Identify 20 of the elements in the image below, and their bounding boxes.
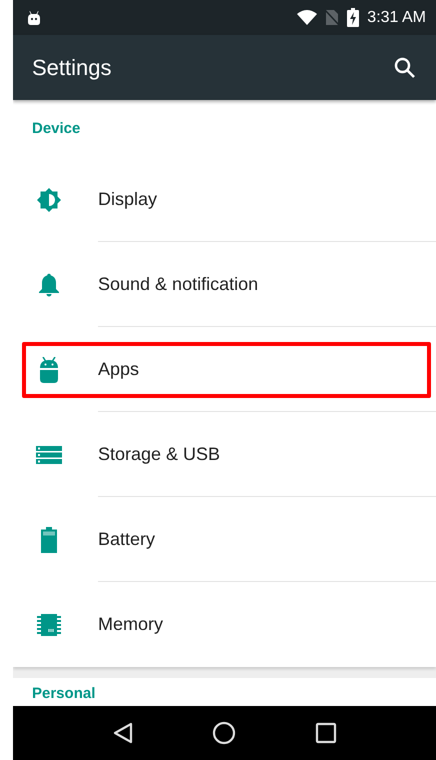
settings-item[interactable]: Storage & USB (13, 412, 436, 497)
section-header: Device (31, 119, 82, 139)
robot-icon (27, 10, 41, 24)
battery-icon (40, 526, 56, 552)
screen-title: Settings (32, 54, 112, 80)
storage-icon (36, 446, 62, 464)
display-brightness-icon (36, 186, 62, 212)
settings-item[interactable]: Apps (13, 327, 436, 412)
status-time: 3:31 AM (367, 8, 426, 26)
section-header: Personal (31, 684, 96, 704)
android-icon (38, 356, 58, 382)
settings-item[interactable]: Battery (13, 497, 436, 582)
settings-item[interactable]: Memory (13, 582, 436, 667)
no-sim-icon (325, 9, 340, 26)
settings-item[interactable]: Display (13, 157, 436, 242)
battery-charging-icon (347, 8, 360, 27)
settings-item[interactable]: Sound & notification (13, 242, 436, 327)
memory-chip-icon (36, 614, 60, 636)
bell-icon (38, 272, 60, 296)
wifi-icon (297, 10, 318, 25)
